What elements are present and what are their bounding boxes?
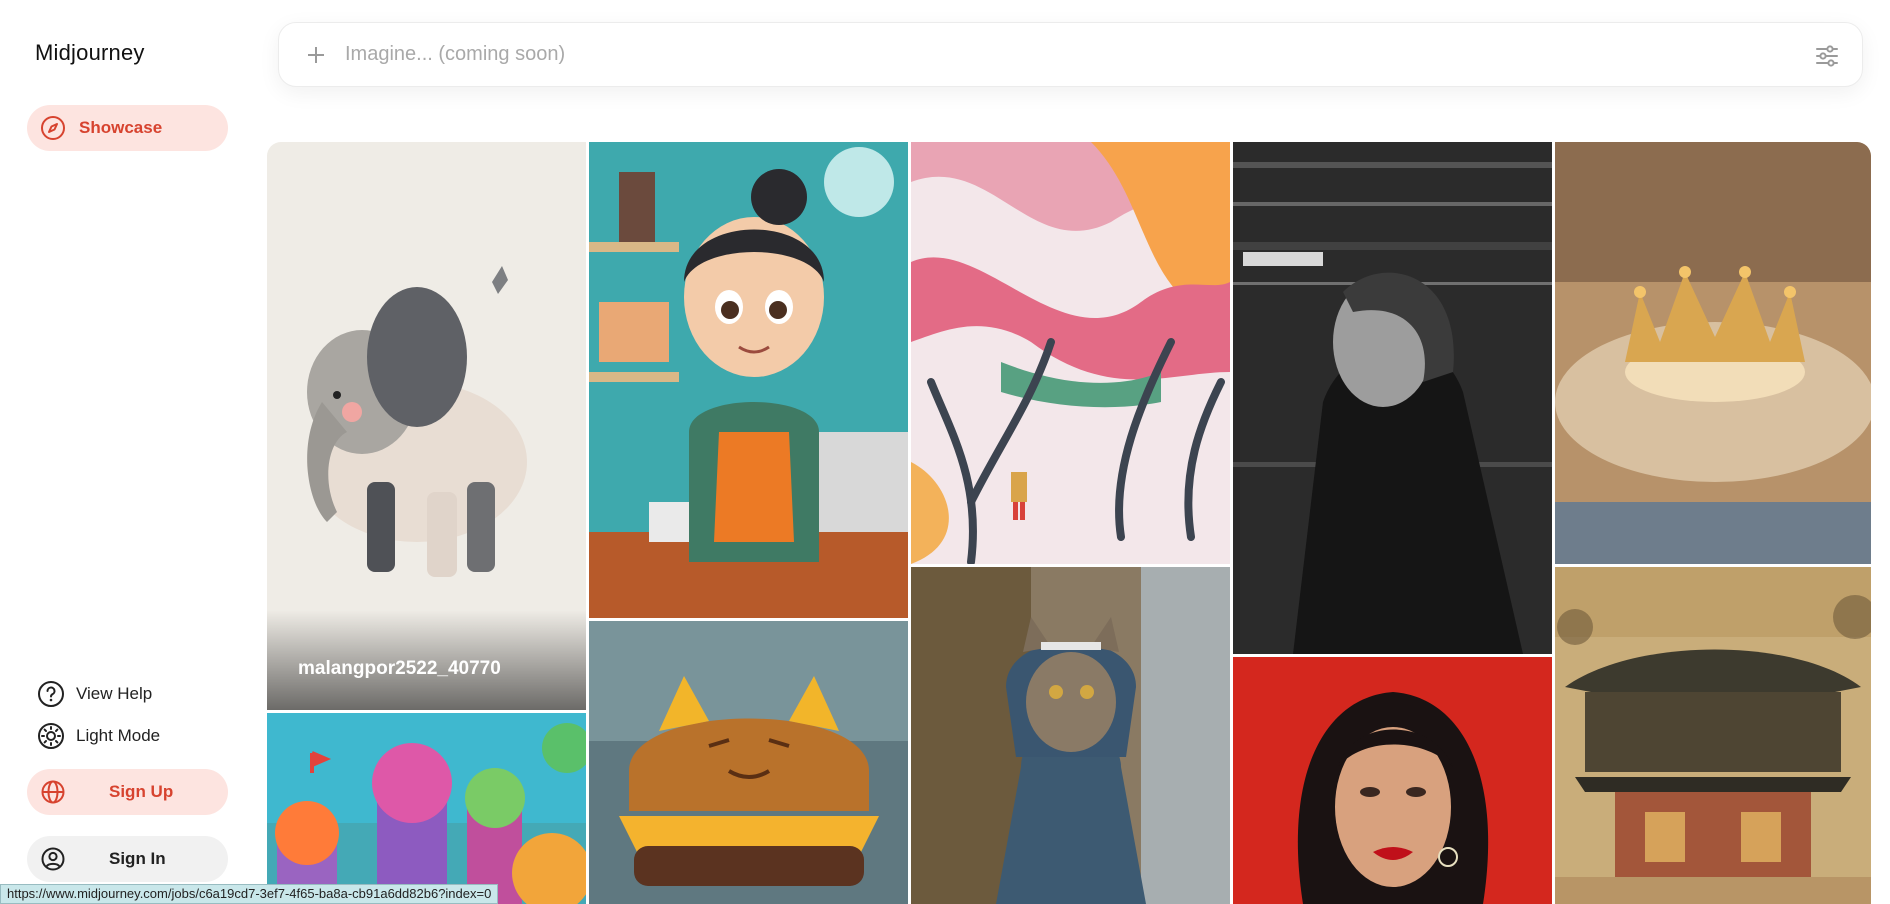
showcase-gallery: malangpor2522_40770: [267, 142, 1871, 904]
nav-view-help-label: View Help: [76, 684, 153, 703]
gallery-tile-bw-woman[interactable]: [1233, 142, 1552, 654]
red-lips-image: [1233, 657, 1552, 904]
sidebar: Midjourney Showcase View Help Light Mode…: [0, 0, 268, 904]
cat-burger-image: [589, 621, 908, 904]
compass-icon: [39, 114, 67, 142]
tile-author[interactable]: malangpor2522_40770: [298, 658, 501, 680]
nav-showcase[interactable]: Showcase: [27, 105, 228, 151]
tile-hover-caption: malangpor2522_40770: [267, 610, 586, 710]
gallery-tile-barista[interactable]: [589, 142, 908, 618]
ribbon-trees-image: [911, 142, 1230, 564]
nav-showcase-label: Showcase: [79, 118, 163, 137]
plus-icon[interactable]: [301, 40, 331, 70]
hoodie-cat-image: [911, 567, 1230, 904]
status-url-bar: https://www.midjourney.com/jobs/c6a19cd7…: [0, 884, 499, 904]
question-circle-icon: [36, 679, 66, 709]
imagine-bar: [278, 22, 1863, 87]
imagine-input[interactable]: [343, 42, 1697, 67]
candy-houses-image: [267, 713, 586, 904]
sun-icon: [36, 721, 66, 751]
gallery-tile-palace-painting[interactable]: [1555, 567, 1871, 904]
sign-in-label: Sign In: [109, 849, 166, 868]
sign-up-button[interactable]: Sign Up: [27, 769, 228, 815]
gallery-tile-ribbon-trees[interactable]: [911, 142, 1230, 564]
sign-in-button[interactable]: Sign In: [27, 836, 228, 882]
gallery-tile-crown-splash[interactable]: [1555, 142, 1871, 564]
globe-icon: [39, 778, 67, 806]
nav-view-help[interactable]: View Help: [36, 679, 152, 709]
brand-logo[interactable]: Midjourney: [35, 40, 145, 66]
nav-light-mode-label: Light Mode: [76, 726, 161, 745]
gallery-tile-cat-burger[interactable]: [589, 621, 908, 904]
nav-light-mode[interactable]: Light Mode: [36, 721, 160, 751]
palace-painting-image: [1555, 567, 1871, 904]
user-circle-icon: [39, 845, 67, 873]
sliders-icon[interactable]: [1812, 41, 1842, 71]
barista-image: [589, 142, 908, 618]
sign-up-label: Sign Up: [109, 782, 174, 801]
gallery-tile-red-lips[interactable]: [1233, 657, 1552, 904]
crown-splash-image: [1555, 142, 1871, 564]
gallery-tile-elephant[interactable]: malangpor2522_40770: [267, 142, 586, 710]
gallery-tile-hoodie-cat[interactable]: [911, 567, 1230, 904]
bw-woman-image: [1233, 142, 1552, 654]
gallery-tile-candy-houses[interactable]: [267, 713, 586, 904]
